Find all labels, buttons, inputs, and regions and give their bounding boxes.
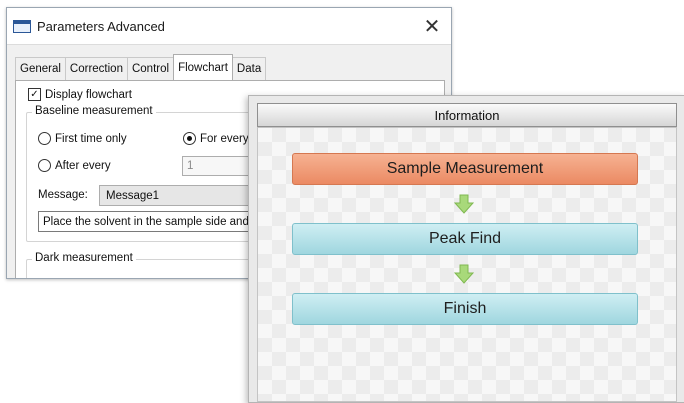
first-time-only-radio[interactable]	[38, 132, 51, 145]
window-icon	[13, 19, 31, 33]
message-text-field[interactable]: Place the solvent in the sample side and…	[38, 211, 260, 232]
tab-flowchart[interactable]: Flowchart	[173, 54, 233, 80]
first-time-only-option[interactable]: First time only	[38, 132, 127, 145]
display-flowchart-label: Display flowchart	[45, 88, 132, 101]
for-every-radio[interactable]	[183, 132, 196, 145]
dialog-title: Parameters Advanced	[37, 18, 165, 34]
step-sample-measurement[interactable]: Sample Measurement	[292, 153, 638, 185]
first-time-only-label: First time only	[55, 132, 127, 145]
step-finish[interactable]: Finish	[292, 293, 638, 325]
tab-data[interactable]: Data	[231, 57, 267, 80]
tab-correction[interactable]: Correction	[64, 57, 128, 80]
message-select[interactable]: Message1	[99, 185, 259, 206]
down-arrow-icon	[454, 264, 474, 284]
flowchart-canvas: Sample Measurement Peak Find Finish	[257, 127, 677, 402]
after-every-option[interactable]: After every	[38, 159, 111, 172]
after-every-input[interactable]: 1	[182, 156, 254, 176]
tab-general[interactable]: General	[15, 57, 66, 80]
display-flowchart-checkbox[interactable]: ✓	[28, 88, 41, 101]
dialog-titlebar: Parameters Advanced ✕	[7, 8, 451, 44]
information-panel: Information Sample Measurement Peak Find…	[248, 95, 684, 403]
for-every-label: For every	[200, 132, 249, 145]
down-arrow-icon	[454, 194, 474, 214]
tab-strip: General Correction Control Flowchart Dat…	[15, 54, 267, 80]
dark-measurement-label: Dark measurement	[32, 252, 136, 264]
information-header: Information	[257, 103, 677, 127]
step-peak-find[interactable]: Peak Find	[292, 223, 638, 255]
for-every-option[interactable]: For every	[183, 132, 249, 145]
display-flowchart-row[interactable]: ✓ Display flowchart	[28, 88, 132, 101]
close-button[interactable]: ✕	[421, 15, 443, 38]
baseline-measurement-label: Baseline measurement	[32, 105, 156, 117]
close-icon: ✕	[423, 15, 441, 38]
after-every-label: After every	[55, 159, 111, 172]
tab-control[interactable]: Control	[126, 57, 175, 80]
message-label: Message:	[38, 189, 88, 201]
after-every-radio[interactable]	[38, 159, 51, 172]
